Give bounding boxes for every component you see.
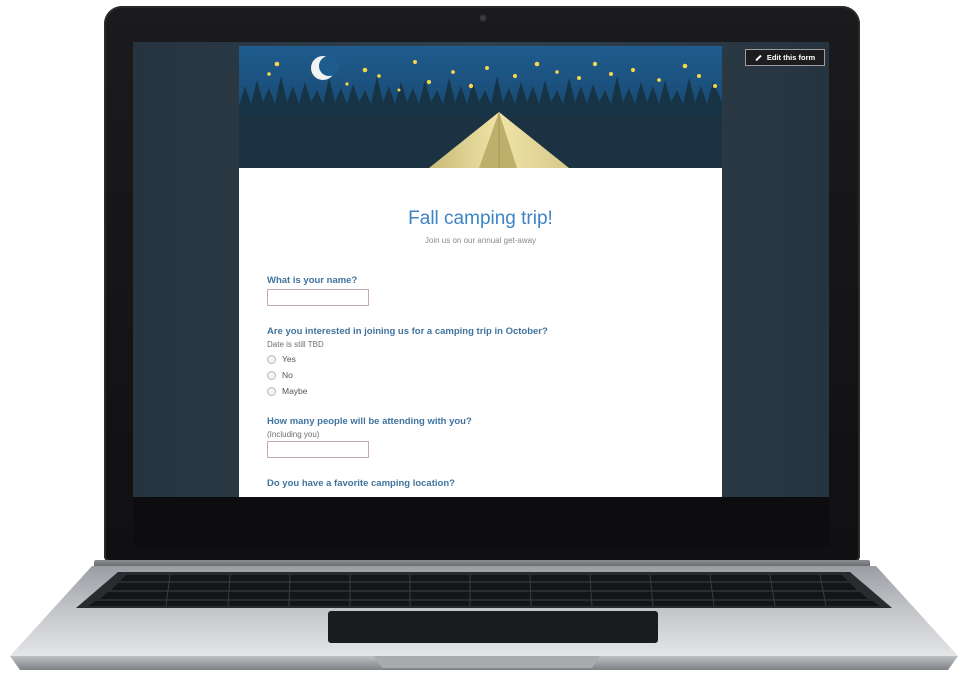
form-title: Fall camping trip!: [408, 208, 553, 229]
webcam-icon: [480, 15, 486, 21]
option-label: Maybe: [282, 386, 308, 396]
laptop-scene: Edit this form Fall camping trip! Join u…: [0, 0, 968, 680]
pencil-icon: [755, 54, 762, 61]
form-body: Fall camping trip! Join us on our annual…: [239, 168, 722, 489]
laptop-hinge: [94, 560, 870, 568]
question-title: How many people will be attending with y…: [267, 416, 472, 427]
name-input[interactable]: [267, 289, 369, 306]
question-location: Do you have a favorite camping location?: [267, 478, 694, 489]
radio-button-icon[interactable]: [267, 354, 276, 364]
form-header-banner: [239, 46, 722, 168]
radio-option-yes[interactable]: Yes: [267, 354, 694, 364]
screen-bottom-bezel: [133, 497, 829, 547]
edit-form-label: Edit this form: [766, 53, 816, 62]
question-attendees: How many people will be attending with y…: [267, 416, 694, 458]
question-name: What is your name?: [267, 275, 694, 306]
question-title: What is your name?: [267, 275, 358, 286]
trackpad[interactable]: [328, 611, 658, 643]
question-title: Are you interested in joining us for a c…: [267, 326, 548, 337]
question-interest: Are you interested in joining us for a c…: [267, 326, 694, 396]
option-label: No: [282, 370, 293, 380]
radio-button-icon[interactable]: [267, 370, 276, 380]
attendees-input[interactable]: [267, 441, 369, 458]
laptop-screen: Edit this form Fall camping trip! Join u…: [133, 42, 829, 497]
question-help: (Including you): [267, 430, 320, 439]
camping-banner-illustration: [239, 46, 722, 168]
radio-option-no[interactable]: No: [267, 370, 694, 380]
edit-form-button[interactable]: Edit this form: [745, 49, 825, 66]
question-title: Do you have a favorite camping location?: [267, 478, 455, 489]
radio-button-icon[interactable]: [267, 386, 276, 396]
radio-option-maybe[interactable]: Maybe: [267, 386, 694, 396]
question-help: Date is still TBD: [267, 340, 324, 349]
option-label: Yes: [282, 354, 296, 364]
form-card: Fall camping trip! Join us on our annual…: [239, 46, 722, 497]
form-description: Join us on our annual get-away: [424, 236, 537, 245]
